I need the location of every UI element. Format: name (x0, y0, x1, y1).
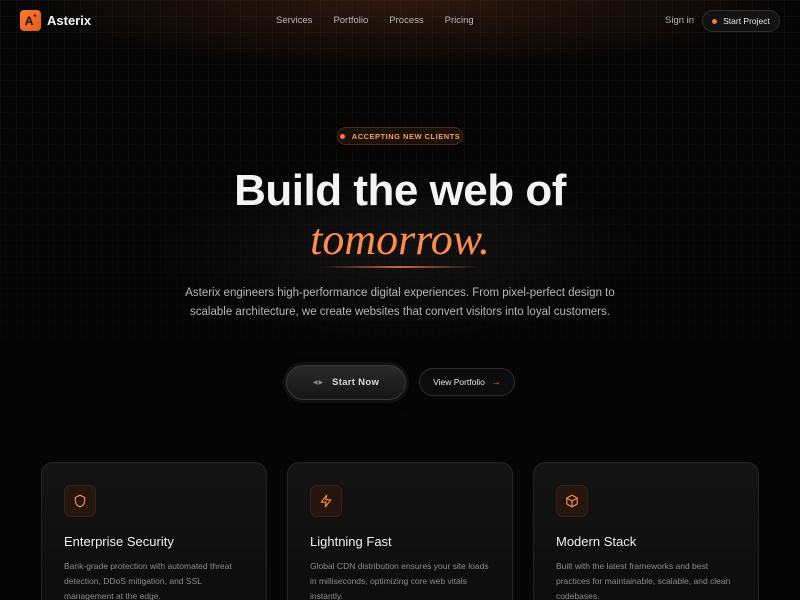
view-portfolio-label: View Portfolio (433, 377, 485, 387)
code-brackets-icon: ◀▶ (312, 380, 325, 386)
nav-link-services[interactable]: Services (276, 15, 312, 26)
feature-card-stack: Modern Stack Built with the latest frame… (533, 462, 759, 600)
status-badge: ACCEPTING NEW CLIENTS (337, 127, 463, 145)
logo-mark-icon: A * (20, 10, 41, 31)
start-now-button[interactable]: ◀▶ Start Now (286, 365, 406, 400)
feature-card-speed: Lightning Fast Global CDN distribution e… (287, 462, 513, 600)
feature-description: Built with the latest frameworks and bes… (556, 561, 731, 600)
arrow-right-icon: → (490, 376, 501, 388)
shield-icon (64, 485, 96, 517)
hero-title: Build the web of (234, 166, 566, 215)
feature-description: Bank-grade protection with automated thr… (64, 561, 232, 600)
sign-in-link[interactable]: Sign in (665, 15, 694, 26)
nav-links: Services Portfolio Process Pricing (276, 15, 495, 26)
feature-title: Enterprise Security (64, 534, 174, 549)
view-portfolio-button[interactable]: View Portfolio → (419, 368, 515, 396)
start-now-label: Start Now (332, 377, 380, 388)
nav-link-process[interactable]: Process (389, 15, 423, 26)
nav-link-portfolio[interactable]: Portfolio (333, 15, 368, 26)
accent-underline (320, 266, 480, 268)
feature-title: Lightning Fast (310, 534, 392, 549)
cube-icon (556, 485, 588, 517)
start-project-label: Start Project (723, 16, 770, 26)
feature-title: Modern Stack (556, 534, 637, 549)
feature-card-security: Enterprise Security Bank-grade protectio… (41, 462, 267, 600)
status-dot-icon (339, 133, 345, 139)
start-project-button[interactable]: Start Project (702, 10, 780, 32)
nav-link-pricing[interactable]: Pricing (445, 15, 474, 26)
status-dot-icon (712, 18, 718, 24)
hero-subtitle: Asterix engineers high-performance digit… (185, 287, 615, 318)
hero-accent-word: tomorrow. (310, 215, 490, 264)
logo[interactable]: A * Asterix (20, 10, 91, 31)
lightning-icon (310, 485, 342, 517)
brand-name: Asterix (47, 13, 92, 28)
navbar: A * Asterix Services Portfolio Process Pr… (0, 0, 800, 42)
badge-label: ACCEPTING NEW CLIENTS (351, 131, 461, 141)
feature-description: Global CDN distribution ensures your sit… (310, 561, 489, 600)
